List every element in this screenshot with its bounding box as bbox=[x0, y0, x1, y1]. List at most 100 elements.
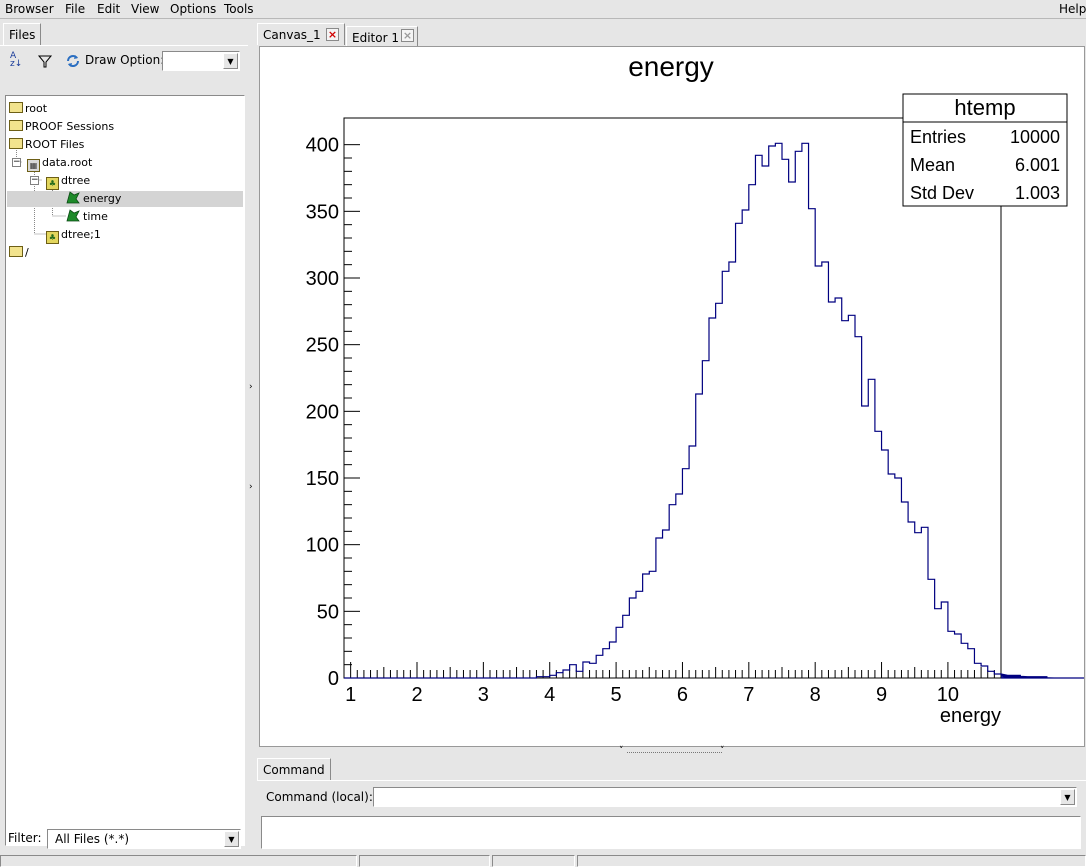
filter-label: Filter: bbox=[8, 831, 42, 845]
file-tree[interactable]: root PROOF Sessions ROOT Files − ▦ data.r… bbox=[5, 95, 245, 846]
y-tick-label: 400 bbox=[306, 135, 339, 157]
filter-select[interactable]: All Files (*.*) ▼ bbox=[47, 829, 241, 849]
splitter-grip bbox=[627, 752, 722, 753]
command-output[interactable] bbox=[261, 816, 1081, 849]
chevron-down-icon: ˅ bbox=[619, 746, 624, 756]
x-tick-label: 6 bbox=[677, 684, 688, 706]
collapse-icon[interactable]: − bbox=[30, 176, 39, 185]
tab-canvas-1[interactable]: Canvas_1 × bbox=[257, 23, 345, 45]
draw-option-label: Draw Option: bbox=[85, 53, 165, 67]
y-tick-label: 0 bbox=[328, 668, 339, 690]
sort-icon[interactable]: Az↓ bbox=[10, 52, 28, 70]
histogram-line bbox=[344, 142, 1084, 679]
stats-entries-value: 10000 bbox=[1010, 127, 1060, 147]
chevron-right-icon: › bbox=[249, 482, 253, 492]
leaf-icon bbox=[66, 209, 80, 222]
tab-divider bbox=[0, 45, 248, 46]
menu-tools[interactable]: Tools bbox=[224, 2, 254, 16]
chevron-down-icon: ▼ bbox=[223, 53, 238, 69]
tree-item-dtree-key[interactable]: ♣ dtree;1 bbox=[46, 226, 101, 244]
y-tick-label: 250 bbox=[306, 335, 339, 357]
vertical-splitter[interactable]: › › bbox=[248, 20, 256, 853]
tab-files[interactable]: Files bbox=[3, 23, 42, 45]
chevron-down-icon: ˅ bbox=[720, 746, 725, 756]
filter-icon[interactable] bbox=[37, 53, 53, 69]
tree-item-label: / bbox=[25, 246, 29, 259]
tab-label: Canvas_1 bbox=[263, 28, 321, 42]
selection-highlight bbox=[7, 191, 243, 207]
status-cell bbox=[492, 855, 575, 867]
status-bar bbox=[0, 853, 1086, 867]
tree-item-label: root bbox=[25, 102, 48, 115]
tree-icon: ♣ bbox=[46, 177, 59, 190]
folder-icon bbox=[9, 102, 23, 113]
tab-command[interactable]: Command bbox=[257, 758, 331, 780]
x-tick-label: 8 bbox=[810, 684, 821, 706]
chevron-down-icon: ▼ bbox=[224, 831, 239, 847]
tree-item-label: ROOT Files bbox=[25, 138, 85, 151]
collapse-icon[interactable]: − bbox=[12, 158, 21, 167]
tree-item-label: dtree;1 bbox=[61, 228, 101, 241]
tree-item-root[interactable]: root bbox=[9, 100, 47, 117]
draw-option-select[interactable]: ▼ bbox=[162, 51, 240, 71]
folder-icon bbox=[9, 246, 23, 257]
tree-item-time[interactable]: time bbox=[66, 208, 108, 225]
command-label: Command (local): bbox=[266, 790, 373, 804]
stats-stddev-label: Std Dev bbox=[910, 183, 974, 203]
x-tick-label: 5 bbox=[611, 684, 622, 706]
x-tick-label: 7 bbox=[743, 684, 754, 706]
y-axis: 0 50 100 150 200 250 300 350 400 bbox=[306, 135, 360, 690]
x-tick-label: 10 bbox=[937, 684, 959, 706]
menu-browser[interactable]: Browser bbox=[5, 2, 54, 16]
y-tick-label: 200 bbox=[306, 401, 339, 423]
stats-stddev-value: 1.003 bbox=[1015, 183, 1060, 203]
tab-divider bbox=[257, 780, 1086, 781]
filter-value: All Files (*.*) bbox=[55, 832, 130, 846]
stats-entries-label: Entries bbox=[910, 127, 966, 147]
y-tick-label: 100 bbox=[306, 535, 339, 557]
tree-item-root-files[interactable]: ROOT Files bbox=[9, 136, 84, 153]
open-folder-icon bbox=[9, 138, 23, 149]
horizontal-splitter[interactable]: ˅ ˅ bbox=[257, 746, 1086, 757]
status-cell bbox=[0, 855, 357, 867]
close-icon[interactable]: × bbox=[326, 28, 339, 41]
chevron-down-icon: ▼ bbox=[1060, 789, 1075, 805]
menu-file[interactable]: File bbox=[65, 2, 85, 16]
y-tick-label: 50 bbox=[317, 601, 339, 623]
tree-item-slash[interactable]: / bbox=[9, 244, 29, 261]
menu-options[interactable]: Options bbox=[170, 2, 216, 16]
x-tick-label: 4 bbox=[544, 684, 555, 706]
status-cell bbox=[359, 855, 490, 867]
tree-icon: ♣ bbox=[46, 231, 59, 244]
tree-item-dtree[interactable]: ♣ dtree bbox=[46, 172, 90, 190]
root-file-icon: ▦ bbox=[27, 159, 40, 172]
tree-item-data-root[interactable]: ▦ data.root bbox=[27, 154, 93, 172]
stats-mean-label: Mean bbox=[910, 155, 955, 175]
status-cell bbox=[577, 855, 1086, 867]
canvas[interactable]: energy 0 50 100 150 200 250 300 350 400 1 2 3 4 5 6 7 8… bbox=[259, 46, 1085, 747]
tree-item-energy[interactable]: energy bbox=[66, 190, 121, 207]
menu-bar: Browser File Edit View Options Tools Hel… bbox=[0, 0, 1086, 19]
tree-item-proof-sessions[interactable]: PROOF Sessions bbox=[9, 118, 114, 135]
x-tick-label: 3 bbox=[478, 684, 489, 706]
tree-item-label: energy bbox=[83, 192, 122, 205]
stats-mean-value: 6.001 bbox=[1015, 155, 1060, 175]
chart-title: energy bbox=[628, 51, 714, 82]
tree-item-label: data.root bbox=[42, 156, 93, 169]
close-icon[interactable]: × bbox=[401, 29, 414, 42]
menu-edit[interactable]: Edit bbox=[97, 2, 120, 16]
x-tick-label: 1 bbox=[345, 684, 356, 706]
x-axis: 1 2 3 4 5 6 7 8 9 10 bbox=[345, 662, 995, 706]
left-panel: Files Az↓ Draw Option: ▼ root PROOF Sess… bbox=[0, 20, 250, 853]
chevron-right-icon: › bbox=[249, 382, 253, 392]
x-tick-label: 2 bbox=[411, 684, 422, 706]
menu-help[interactable]: Help bbox=[1059, 2, 1086, 16]
tab-label: Editor 1 bbox=[352, 31, 399, 45]
y-tick-label: 150 bbox=[306, 468, 339, 490]
y-tick-label: 350 bbox=[306, 201, 339, 223]
tab-editor-1[interactable]: Editor 1 × bbox=[346, 26, 418, 46]
command-input[interactable]: ▼ bbox=[373, 787, 1077, 807]
refresh-icon[interactable] bbox=[65, 53, 81, 69]
menu-view[interactable]: View bbox=[131, 2, 159, 16]
x-axis-label: energy bbox=[940, 705, 1001, 727]
